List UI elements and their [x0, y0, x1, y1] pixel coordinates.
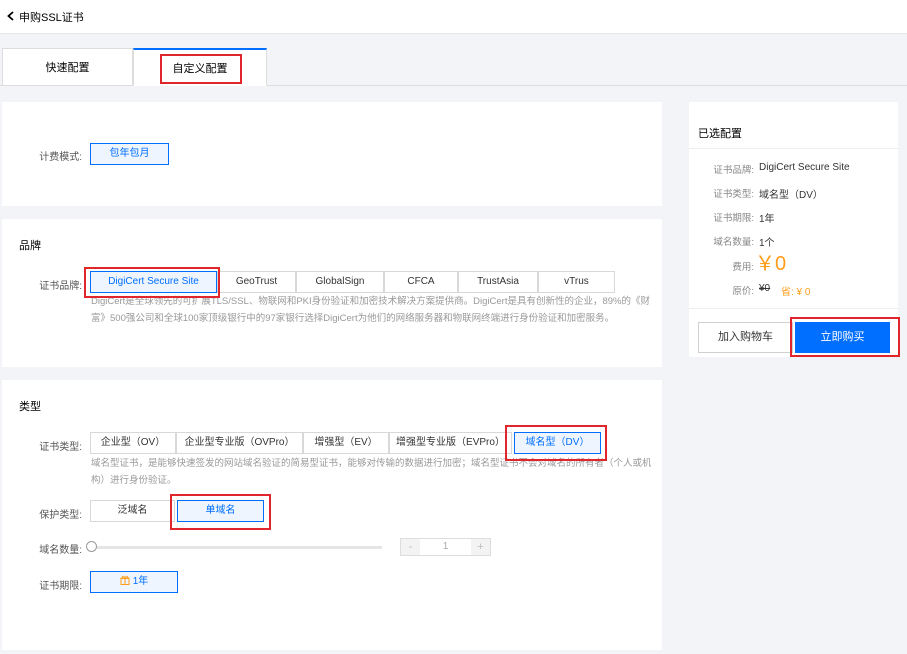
summary-type-label: 证书类型:: [713, 189, 754, 200]
summary-fee-value: ￥0: [755, 253, 787, 275]
cert-type-label: 证书类型:: [39, 442, 82, 453]
type-option-dv[interactable]: 域名型（DV）: [514, 432, 601, 454]
stepper-minus-button[interactable]: -: [401, 539, 420, 555]
summary-fee-label: 费用:: [732, 262, 754, 273]
summary-brand-label: 证书品牌:: [713, 165, 754, 176]
stepper-value[interactable]: 1: [421, 539, 470, 555]
summary-brand-value: DigiCert Secure Site: [759, 162, 850, 173]
summary-type-value: 域名型（DV）: [759, 190, 823, 201]
brand-option-cfca[interactable]: CFCA: [384, 271, 458, 293]
type-description-line2: 构）进行身份验证。: [91, 475, 177, 486]
protect-type-label: 保护类型:: [39, 510, 82, 521]
brand-option-globalsign[interactable]: GlobalSign: [296, 271, 384, 293]
type-section-title: 类型: [19, 401, 41, 413]
brand-card: 品牌 证书品牌: DigiCert Secure Site GeoTrust G…: [2, 219, 662, 367]
tab-custom-config[interactable]: 自定义配置: [133, 48, 267, 86]
top-bar: 申购SSL证书: [0, 0, 907, 34]
stepper-plus-button[interactable]: +: [471, 539, 490, 555]
protect-option-wildcard[interactable]: 泛域名: [90, 500, 175, 522]
brand-option-vtrus[interactable]: vTrus: [538, 271, 615, 293]
summary-panel: 已选配置 证书品牌: DigiCert Secure Site 证书类型: 域名…: [689, 102, 898, 357]
period-option-label: 1年: [132, 576, 149, 587]
brand-description-line2: 富》500强公司和全球100家顶级银行中的97家银行选择DigiCert为他们的…: [91, 313, 615, 324]
page-title: 申购SSL证书: [19, 12, 84, 24]
brand-label: 证书品牌:: [39, 281, 82, 292]
type-description-line1: 域名型证书，是能够快速签发的网站域名验证的简易型证书，能够对传输的数据进行加密；…: [91, 458, 651, 469]
type-option-ev[interactable]: 增强型（EV）: [303, 432, 389, 454]
gift-icon: [120, 575, 130, 585]
summary-original-label: 原价:: [732, 286, 754, 297]
type-option-ov[interactable]: 企业型（OV）: [90, 432, 176, 454]
billing-card: 计费模式: 包年包月: [2, 102, 662, 206]
domain-count-stepper: - 1 +: [400, 538, 491, 556]
summary-divider-bottom: [689, 308, 898, 309]
billing-option-annual-monthly[interactable]: 包年包月: [90, 143, 169, 165]
domain-count-slider-track[interactable]: [92, 546, 382, 549]
back-icon[interactable]: [5, 10, 17, 22]
brand-description-line1: DigiCert是全球领先的可扩展TLS/SSL、物联网和PKI身份验证和加密技…: [91, 296, 650, 307]
summary-count-label: 域名数量:: [713, 237, 754, 248]
period-option-1year[interactable]: 1年: [90, 571, 178, 593]
type-card: 类型 证书类型: 企业型（OV） 企业型专业版（OVPro） 增强型（EV） 增…: [2, 380, 662, 650]
billing-mode-label: 计费模式:: [39, 152, 82, 163]
summary-saving-value: 省: ¥ 0: [781, 287, 811, 298]
domain-count-label: 域名数量:: [39, 545, 82, 556]
type-option-evpro[interactable]: 增强型专业版（EVPro）: [389, 432, 512, 454]
brand-option-geotrust[interactable]: GeoTrust: [217, 271, 296, 293]
tab-quick-config[interactable]: 快速配置: [2, 48, 133, 86]
brand-section-title: 品牌: [19, 240, 41, 252]
type-option-ovpro[interactable]: 企业型专业版（OVPro）: [176, 432, 303, 454]
summary-divider: [689, 148, 898, 149]
protect-option-single[interactable]: 单域名: [177, 500, 264, 522]
summary-title: 已选配置: [698, 128, 742, 140]
summary-period-label: 证书期限:: [713, 213, 754, 224]
add-to-cart-button[interactable]: 加入购物车: [698, 322, 793, 353]
domain-count-slider-handle[interactable]: [86, 541, 97, 552]
summary-period-value: 1年: [759, 214, 775, 225]
buy-now-button[interactable]: 立即购买: [795, 322, 890, 353]
summary-original-value: ¥0: [759, 283, 771, 294]
config-tabs: 快速配置 自定义配置: [0, 48, 907, 86]
brand-option-digicert[interactable]: DigiCert Secure Site: [90, 271, 217, 293]
brand-option-trustasia[interactable]: TrustAsia: [458, 271, 538, 293]
period-label: 证书期限:: [39, 581, 82, 592]
